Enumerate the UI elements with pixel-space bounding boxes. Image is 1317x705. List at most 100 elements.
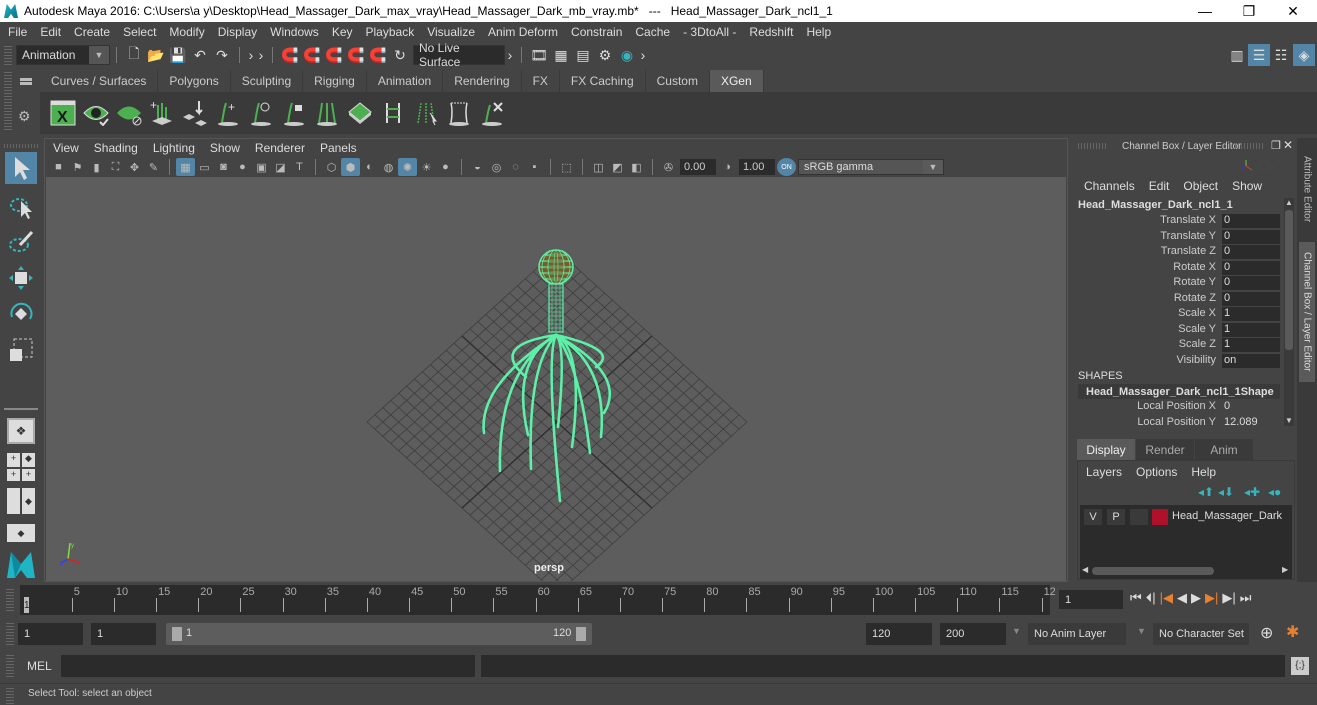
- shelf-tab-custom[interactable]: Custom: [645, 70, 710, 92]
- xgen-guide-to-curves-icon[interactable]: [376, 96, 409, 130]
- range-slider[interactable]: 1 120: [166, 623, 592, 645]
- tool-settings-icon[interactable]: ☷: [1270, 44, 1292, 66]
- show-menu[interactable]: Show: [1232, 179, 1262, 193]
- safe-title-icon[interactable]: T: [290, 158, 309, 176]
- collapse-arrow-icon[interactable]: ›: [246, 44, 256, 66]
- menu-select[interactable]: Select: [123, 25, 156, 39]
- snap-grid-icon[interactable]: 🧲: [279, 44, 301, 66]
- animation-preferences-icon[interactable]: ✱: [1286, 622, 1299, 642]
- menu-anim-deform[interactable]: Anim Deform: [488, 25, 558, 39]
- panel-grip[interactable]: [1235, 143, 1265, 149]
- layer-display-type-toggle[interactable]: [1130, 509, 1148, 525]
- wireframe-on-shaded-icon[interactable]: ◍: [379, 158, 398, 176]
- xgen-place-guide-icon[interactable]: [178, 96, 211, 130]
- attribute-editor-toggle-icon[interactable]: ☰: [1248, 44, 1270, 66]
- smooth-shade-icon[interactable]: ⬢: [341, 158, 360, 176]
- move-layer-up-icon[interactable]: ◂⬆: [1198, 485, 1214, 499]
- go-to-end-icon[interactable]: ⏭: [1240, 590, 1252, 606]
- character-set-chevron-icon[interactable]: ▼: [1137, 626, 1146, 636]
- channel-row[interactable]: Translate X 0: [1072, 214, 1282, 229]
- channel-row[interactable]: Translate Z 0: [1072, 245, 1282, 260]
- shelf-grip[interactable]: [4, 72, 12, 130]
- range-start-handle[interactable]: [172, 627, 182, 641]
- maya-home-button[interactable]: [5, 550, 37, 578]
- current-frame-field[interactable]: 1: [1059, 590, 1123, 609]
- channel-value[interactable]: 0: [1222, 276, 1280, 290]
- layer-color-swatch[interactable]: [1152, 509, 1168, 525]
- anim-layer-dropdown[interactable]: No Anim Layer: [1028, 623, 1126, 645]
- play-forwards-icon[interactable]: ▶: [1191, 590, 1201, 606]
- gamma-icon[interactable]: ◑: [718, 158, 737, 176]
- shelf-settings-gear-icon[interactable]: ⚙: [18, 108, 31, 125]
- snap-curve-icon[interactable]: 🧲: [301, 44, 323, 66]
- viewport-menu-panels[interactable]: Panels: [320, 141, 357, 155]
- command-grip[interactable]: [6, 655, 14, 677]
- xgen-lock-guide-icon[interactable]: [277, 96, 310, 130]
- toolbox-grip[interactable]: [4, 144, 38, 148]
- layers-menu[interactable]: Layers: [1086, 465, 1122, 479]
- go-to-start-icon[interactable]: ⏮: [1130, 590, 1142, 606]
- modeling-toolkit-icon[interactable]: ▥: [1226, 44, 1248, 66]
- animation-end-field[interactable]: 200: [940, 623, 1006, 645]
- xgen-editor-icon[interactable]: X: [46, 96, 79, 130]
- xgen-guide-sculpt-icon[interactable]: [442, 96, 475, 130]
- menu-playback[interactable]: Playback: [366, 25, 415, 39]
- shadows-icon[interactable]: ●: [436, 158, 455, 176]
- channel-row[interactable]: Rotate Z 0: [1072, 291, 1282, 307]
- wireframe-icon[interactable]: ⬡: [322, 158, 341, 176]
- depth-of-field-icon[interactable]: ▪: [525, 158, 544, 176]
- film-gate-icon[interactable]: ▭: [195, 158, 214, 176]
- layer-playback-toggle[interactable]: P: [1107, 509, 1125, 525]
- channels-menu[interactable]: Channels: [1084, 179, 1135, 193]
- channel-box-tab[interactable]: Channel Box / Layer Editor: [1299, 242, 1315, 382]
- shelf-tab-sculpting[interactable]: Sculpting: [230, 70, 304, 92]
- make-live-icon[interactable]: ↻: [389, 44, 411, 66]
- use-all-lights-icon[interactable]: ☀: [417, 158, 436, 176]
- scroll-right-icon[interactable]: ▶: [1282, 565, 1288, 574]
- collapse-arrow-icon[interactable]: ›: [638, 44, 648, 66]
- viewport-menu-shading[interactable]: Shading: [94, 141, 138, 155]
- layer-tab-display[interactable]: Display: [1077, 439, 1135, 461]
- channel-row[interactable]: Visibility on: [1072, 353, 1282, 369]
- shelf-tab-rendering[interactable]: Rendering: [443, 70, 522, 92]
- save-scene-icon[interactable]: 💾: [167, 44, 189, 66]
- channel-box-scrollbar[interactable]: ▲ ▼: [1284, 198, 1294, 426]
- gamma-field[interactable]: 1.00: [739, 159, 775, 175]
- scroll-up-icon[interactable]: ▲: [1285, 198, 1293, 207]
- collapse-arrow-icon[interactable]: ›: [256, 44, 266, 66]
- render-current-frame-icon[interactable]: ▦: [550, 44, 572, 66]
- menu-create[interactable]: Create: [74, 25, 110, 39]
- xgen-clear-preview-icon[interactable]: [112, 96, 145, 130]
- menu-display[interactable]: Display: [218, 25, 257, 39]
- menu-set-dropdown[interactable]: Animation ▼: [16, 45, 110, 65]
- shelf-tab-fx[interactable]: FX: [521, 70, 560, 92]
- persp-graph-layout-button[interactable]: ◆: [7, 524, 35, 542]
- menu-cache[interactable]: Cache: [635, 25, 670, 39]
- textured-icon[interactable]: ✺: [398, 158, 417, 176]
- menu-edit[interactable]: Edit: [40, 25, 61, 39]
- channel-row[interactable]: Rotate Y 0: [1072, 276, 1282, 291]
- menu-3dtoall[interactable]: - 3DtoAll -: [683, 25, 736, 39]
- channel-value[interactable]: 0: [1222, 400, 1280, 414]
- help-grip[interactable]: [6, 686, 14, 704]
- select-tool-button[interactable]: [5, 152, 37, 184]
- camera-attributes-icon[interactable]: ⚑: [68, 158, 87, 176]
- xgen-select-guide-icon[interactable]: [244, 96, 277, 130]
- close-button[interactable]: ✕: [1271, 0, 1315, 22]
- layer-tab-render[interactable]: Render: [1136, 439, 1194, 461]
- layer-visibility-toggle[interactable]: V: [1084, 509, 1102, 525]
- menu-key[interactable]: Key: [332, 25, 353, 39]
- redo-icon[interactable]: ↷: [211, 44, 233, 66]
- menu-help[interactable]: Help: [806, 25, 831, 39]
- live-surface-field[interactable]: No Live Surface: [413, 41, 505, 69]
- shelf-tab-fx-caching[interactable]: FX Caching: [559, 70, 646, 92]
- resolution-gate-icon[interactable]: ◙: [214, 158, 233, 176]
- four-view-layout-button[interactable]: + ◆ + +: [7, 453, 35, 481]
- image-plane-icon[interactable]: ⛶: [106, 158, 125, 176]
- channel-row[interactable]: Scale Z 1: [1072, 338, 1282, 353]
- multisample-aa-icon[interactable]: ◌: [506, 158, 525, 176]
- render-view-icon[interactable]: 🎞: [528, 44, 550, 66]
- playback-end-field[interactable]: 120: [866, 623, 932, 645]
- object-name[interactable]: Head_Massager_Dark_ncl1_1: [1078, 199, 1233, 211]
- new-layer-selected-icon[interactable]: ◂●: [1268, 485, 1281, 499]
